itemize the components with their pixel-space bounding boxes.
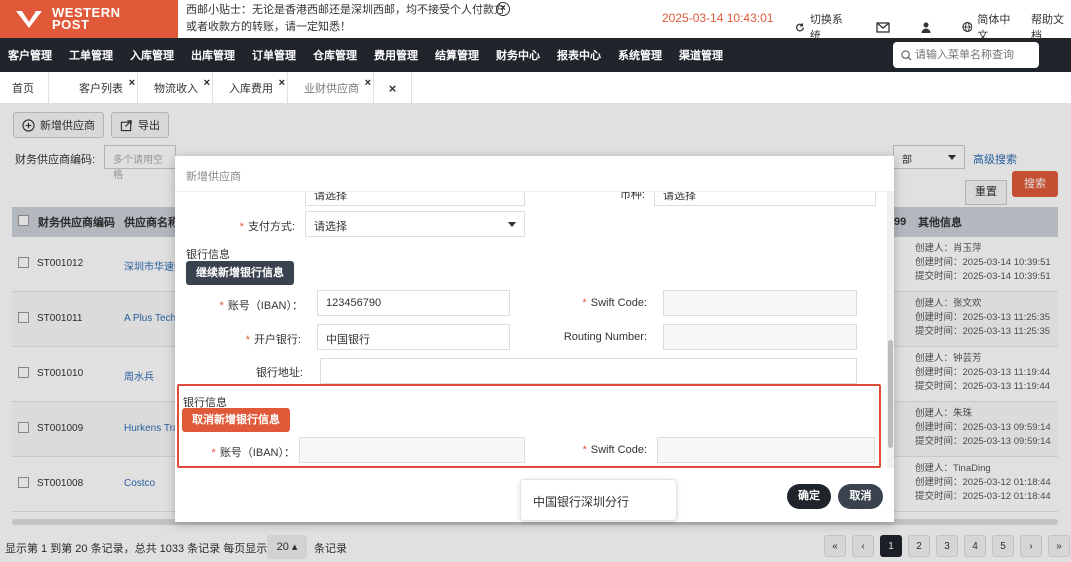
tab-home[interactable]: 首页 <box>0 72 49 104</box>
tab-bar: 首页 客户列表 × 物流收入 × 入库费用 × 业财供应商 × × <box>0 72 1071 104</box>
menu-item-inbound[interactable]: 入库管理 <box>122 47 183 63</box>
cancel-button[interactable]: 取消 <box>838 484 883 509</box>
menu-item-order[interactable]: 订单管理 <box>244 47 305 63</box>
menu-item-fee[interactable]: 费用管理 <box>366 47 427 63</box>
tab-customer-list[interactable]: 客户列表 × <box>49 72 138 104</box>
menu-search[interactable] <box>893 42 1039 68</box>
payment-method-label: * 支付方式: <box>239 221 295 233</box>
cancel-bank-info-button[interactable]: 取消新增银行信息 <box>182 408 290 432</box>
menu-item-settlement[interactable]: 结算管理 <box>427 47 488 63</box>
account-iban-input[interactable]: 123456790 <box>317 290 510 316</box>
user-icon <box>921 22 931 33</box>
routing-number-input[interactable] <box>663 324 857 350</box>
menu-item-report[interactable]: 报表中心 <box>549 47 610 63</box>
caret-down-icon <box>508 222 516 227</box>
close-icon[interactable]: × <box>365 66 371 100</box>
tip-banner: 西邮小贴士：无论是香港西邮还是深圳西邮，均不接受个人付款方或者收款方的转账，请一… <box>178 2 510 36</box>
tab-label: 客户列表 <box>79 83 123 95</box>
tip-text: 西邮小贴士：无论是香港西邮还是深圳西邮，均不接受个人付款方或者收款方的转账，请一… <box>186 4 505 33</box>
logo-mark-icon <box>16 11 42 28</box>
logo-line2: POST <box>52 17 90 32</box>
modal-body: 账期: 请选择 币种: 请选择 *支付方式: 请选择 银行信息 继续新增银行信息… <box>175 192 879 468</box>
menu-item-system[interactable]: 系统管理 <box>610 47 671 63</box>
tab-logistics-income[interactable]: 物流收入 × <box>138 72 213 104</box>
logo[interactable]: WESTERN POST <box>0 0 178 38</box>
tab-label: 首页 <box>12 83 34 95</box>
swift-code-label: * Swift Code: <box>582 297 647 309</box>
modal-title: 新增供应商 <box>175 156 894 192</box>
menu-item-warehouse[interactable]: 仓库管理 <box>305 47 366 63</box>
tab-supplier[interactable]: 业财供应商 × <box>288 72 374 104</box>
swift-code-input[interactable] <box>663 290 857 316</box>
menu-search-input[interactable] <box>915 49 1033 61</box>
close-icon[interactable]: × <box>129 66 135 100</box>
swift-code-label-2: * Swift Code: <box>582 444 647 456</box>
user-button[interactable] <box>921 22 936 33</box>
current-datetime: 2025-03-14 10:43:01 <box>662 11 774 25</box>
mail-icon <box>875 21 890 33</box>
bank-info-section-label: 银行信息 <box>186 249 230 261</box>
refresh-icon <box>796 22 804 31</box>
globe-icon <box>961 21 972 33</box>
menu-item-outbound[interactable]: 出库管理 <box>183 47 244 63</box>
swift-code-input-2[interactable] <box>657 437 875 463</box>
close-icon[interactable]: × <box>279 66 285 100</box>
add-supplier-modal: 新增供应商 账期: 请选择 币种: 请选择 *支付方式: 请选择 银行信息 继续… <box>175 156 894 522</box>
menu-item-finance[interactable]: 财务中心 <box>488 47 549 63</box>
close-all-tabs-icon[interactable]: × <box>374 72 412 103</box>
tab-label: 入库费用 <box>229 83 273 95</box>
payment-method-value: 请选择 <box>314 221 347 233</box>
bank-address-label: 银行地址: <box>255 367 303 379</box>
message-button[interactable] <box>875 21 895 33</box>
bank-name-label: * 开户银行: <box>245 334 301 346</box>
menu-item-channel[interactable]: 渠道管理 <box>671 47 732 63</box>
bank-address-input[interactable] <box>320 358 857 384</box>
account-iban-label: * 账号（IBAN）： <box>219 300 303 312</box>
bank-name-tooltip: 中国银行深圳分行 <box>520 479 677 521</box>
currency-select[interactable]: 请选择 <box>654 192 876 206</box>
currency-label: 币种: <box>619 192 645 201</box>
main-menu: 客户管理 工单管理 入库管理 出库管理 订单管理 仓库管理 费用管理 结算管理 … <box>0 38 1071 72</box>
bank-name-input[interactable]: 中国银行 <box>317 324 510 350</box>
close-icon[interactable]: × <box>204 66 210 100</box>
modal-scroll-thumb[interactable] <box>888 340 893 448</box>
tab-inbound-fee[interactable]: 入库费用 × <box>213 72 288 104</box>
account-iban-label-2: * 账号（IBAN）： <box>211 447 295 459</box>
routing-number-label: Routing Number: <box>563 331 647 343</box>
menu-item-ticket[interactable]: 工单管理 <box>61 47 122 63</box>
billing-period-select[interactable]: 请选择 <box>305 192 525 206</box>
tab-label: 物流收入 <box>154 83 198 95</box>
account-iban-input-2[interactable] <box>299 437 525 463</box>
payment-method-select[interactable]: 请选择 <box>305 211 525 237</box>
confirm-button[interactable]: 确定 <box>787 484 831 509</box>
close-icon[interactable]: × <box>496 2 510 16</box>
tab-label: 业财供应商 <box>304 83 359 95</box>
search-icon <box>901 49 912 61</box>
modal-scrollbar[interactable] <box>887 192 894 468</box>
top-bar: WESTERN POST 西邮小贴士：无论是香港西邮还是深圳西邮，均不接受个人付… <box>0 0 1071 42</box>
menu-item-customer[interactable]: 客户管理 <box>0 47 61 63</box>
add-bank-info-button[interactable]: 继续新增银行信息 <box>186 261 294 285</box>
